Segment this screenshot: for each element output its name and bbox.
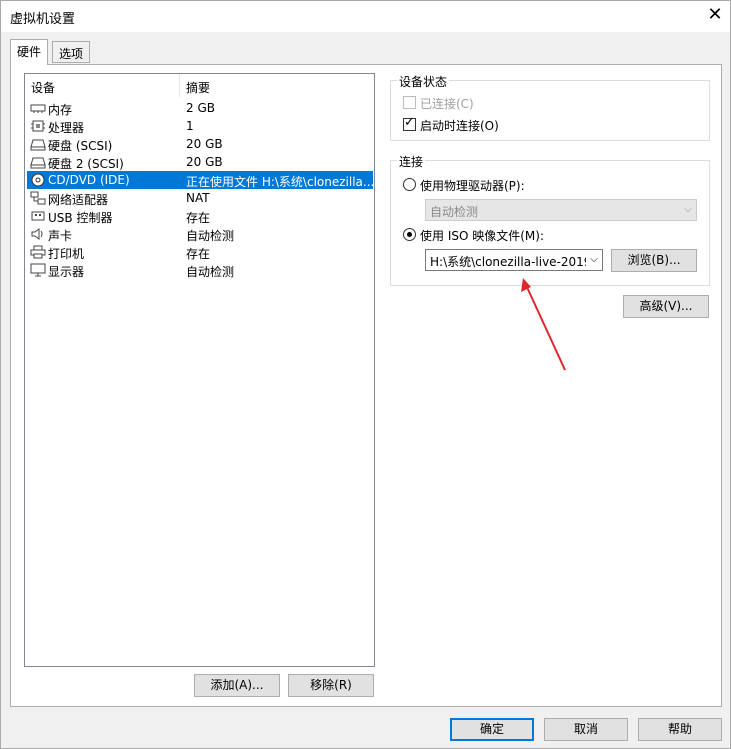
hardware-panel: 设备 摘要 内存 2 GB 处理器 1 硬盘 (SCSI) 20 GB 硬盘 2…: [10, 64, 722, 707]
window-title: 虚拟机设置: [10, 12, 76, 27]
tab-options[interactable]: 选项: [52, 41, 91, 63]
cancel-button[interactable]: 取消: [544, 718, 628, 741]
close-icon: ✕: [707, 4, 723, 25]
tab-hardware[interactable]: 硬件: [10, 39, 49, 65]
ok-button[interactable]: 确定: [450, 718, 534, 741]
vm-settings-dialog: 虚拟机设置 ✕ 硬件 选项 设备 摘要 内存 2 GB 处理器 1 硬盘 (SC…: [0, 0, 731, 749]
title-bar: 虚拟机设置 ✕: [1, 1, 730, 32]
close-button[interactable]: ✕: [700, 1, 730, 31]
help-button[interactable]: 帮助: [638, 718, 722, 741]
annotation-arrow-icon: [521, 278, 566, 371]
